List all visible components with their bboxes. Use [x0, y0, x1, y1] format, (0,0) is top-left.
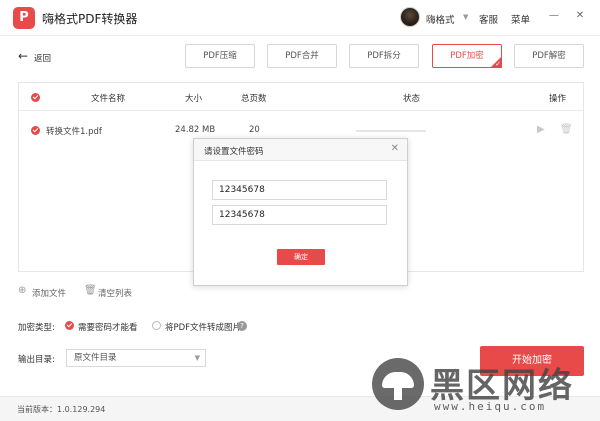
radio-password-required[interactable]	[65, 321, 74, 330]
play-icon[interactable]: ▶	[537, 124, 545, 135]
support-link[interactable]: 客服	[479, 12, 498, 26]
help-icon[interactable]: ?	[237, 321, 247, 331]
tab-pdf-compress[interactable]: PDF压缩	[185, 44, 255, 68]
watermark: 黑区网络 www.heiqu.com	[372, 356, 600, 421]
dialog-header: 请设置文件密码 ✕	[194, 139, 407, 161]
password-dialog: 请设置文件密码 ✕ 12345678 12345678 确定	[193, 138, 408, 286]
tab-pdf-encrypt-label: PDF加密	[450, 51, 484, 61]
title-bar: P 嗨格式PDF转换器 嗨格式 ▼ 客服 菜单 — ✕	[0, 0, 600, 36]
check-icon: ✓	[490, 56, 502, 68]
chevron-down-icon[interactable]: ▼	[463, 13, 468, 21]
select-all-checkbox[interactable]	[31, 93, 40, 102]
password-input[interactable]: 12345678	[212, 180, 387, 200]
minimize-icon[interactable]: —	[547, 9, 561, 23]
progress-bar	[356, 130, 426, 132]
header-size: 大小	[185, 94, 203, 104]
chevron-down-icon: ▼	[194, 354, 200, 362]
confirm-password-input[interactable]: 12345678	[212, 205, 387, 225]
header-pages: 总页数	[241, 94, 267, 104]
arrow-left-icon: ←	[18, 49, 29, 63]
back-label: 返回	[34, 54, 52, 64]
tab-pdf-split[interactable]: PDF拆分	[349, 44, 419, 68]
output-dir-value: 原文件目录	[74, 353, 117, 363]
menu-link[interactable]: 菜单	[511, 12, 530, 26]
header-status: 状态	[403, 94, 421, 104]
app-logo-icon: P	[13, 7, 35, 29]
option-convert-to-image[interactable]: 将PDF文件转成图片	[165, 321, 241, 333]
header-actions: 操作	[549, 94, 567, 104]
avatar[interactable]	[400, 7, 420, 27]
trash-icon[interactable]: 🗑	[560, 124, 573, 135]
file-pages: 20	[249, 125, 260, 135]
tab-pdf-encrypt[interactable]: PDF加密 ✓	[432, 44, 502, 68]
file-name: 转换文件1.pdf	[46, 127, 102, 137]
trash-icon[interactable]: 🗑	[84, 285, 97, 296]
table-header: 文件名称 大小 总页数 状态 操作	[19, 83, 583, 111]
confirm-button[interactable]: 确定	[277, 249, 325, 265]
option-password-required[interactable]: 需要密码才能看	[78, 321, 138, 333]
tab-pdf-decrypt[interactable]: PDF解密	[514, 44, 584, 68]
app-title: 嗨格式PDF转换器	[42, 12, 138, 26]
watermark-url: www.heiqu.com	[434, 400, 547, 413]
output-dir-label: 输出目录:	[18, 355, 55, 365]
user-name[interactable]: 嗨格式	[426, 12, 455, 26]
radio-convert-to-image[interactable]	[152, 321, 161, 330]
output-dir-select[interactable]: 原文件目录 ▼	[66, 349, 206, 367]
row-checkbox[interactable]	[31, 126, 40, 135]
close-icon[interactable]: ✕	[391, 143, 399, 154]
dialog-title: 请设置文件密码	[204, 147, 264, 157]
watermark-logo-icon	[372, 358, 424, 410]
encrypt-type-label: 加密类型:	[18, 323, 55, 333]
add-file-button[interactable]: 添加文件	[32, 287, 66, 299]
clear-list-button[interactable]: 清空列表	[98, 287, 132, 299]
header-name: 文件名称	[91, 94, 126, 104]
file-size: 24.82 MB	[175, 125, 216, 135]
tab-pdf-merge[interactable]: PDF合并	[267, 44, 337, 68]
close-icon[interactable]: ✕	[573, 9, 587, 23]
plus-circle-icon[interactable]: ⊕	[18, 285, 26, 296]
version-text: 当前版本：1.0.129.294	[17, 405, 106, 414]
